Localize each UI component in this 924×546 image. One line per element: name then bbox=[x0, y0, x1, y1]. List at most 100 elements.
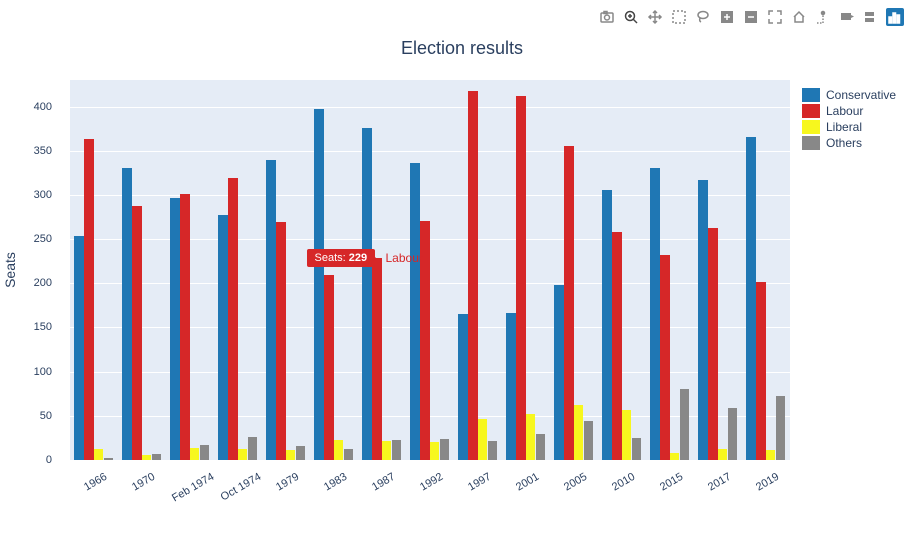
y-tick: 150 bbox=[34, 321, 52, 333]
bar-conservative[interactable] bbox=[458, 314, 467, 460]
bar-others[interactable] bbox=[152, 454, 161, 460]
bar-labour[interactable] bbox=[324, 275, 333, 460]
legend-item-others[interactable]: Others bbox=[802, 136, 896, 150]
bar-labour[interactable] bbox=[516, 96, 525, 460]
bar-conservative[interactable] bbox=[218, 215, 227, 460]
spike-icon[interactable] bbox=[814, 8, 832, 26]
x-tick: 2019 bbox=[754, 471, 781, 494]
home-icon[interactable] bbox=[790, 8, 808, 26]
bar-conservative[interactable] bbox=[410, 163, 419, 460]
autoscale-icon[interactable] bbox=[766, 8, 784, 26]
bar-others[interactable] bbox=[632, 438, 641, 460]
bar-others[interactable] bbox=[584, 421, 593, 460]
tooltip-value: 229 bbox=[349, 252, 367, 264]
modebar bbox=[598, 8, 904, 26]
x-tick: 2015 bbox=[658, 471, 685, 494]
x-tick: 1983 bbox=[322, 471, 349, 494]
bar-liberal[interactable] bbox=[718, 449, 727, 460]
bar-conservative[interactable] bbox=[170, 198, 179, 460]
bar-conservative[interactable] bbox=[314, 109, 323, 460]
bar-others[interactable] bbox=[440, 439, 449, 460]
bar-liberal[interactable] bbox=[622, 410, 631, 460]
bar-others[interactable] bbox=[776, 396, 785, 460]
hover-tooltip: Seats: 229 bbox=[307, 249, 376, 267]
legend-swatch bbox=[802, 104, 820, 118]
x-tick: 1979 bbox=[274, 471, 301, 494]
bar-liberal[interactable] bbox=[382, 441, 391, 460]
bar-labour[interactable] bbox=[84, 139, 93, 460]
box-select-icon[interactable] bbox=[670, 8, 688, 26]
bar-others[interactable] bbox=[248, 437, 257, 460]
x-tick: Feb 1974 bbox=[170, 471, 216, 505]
bar-liberal[interactable] bbox=[670, 453, 679, 460]
bar-labour[interactable] bbox=[132, 206, 141, 461]
legend-swatch bbox=[802, 136, 820, 150]
bar-others[interactable] bbox=[488, 441, 497, 460]
bar-conservative[interactable] bbox=[650, 168, 659, 461]
zoom-in-icon[interactable] bbox=[718, 8, 736, 26]
bar-labour[interactable] bbox=[564, 146, 573, 460]
plotly-logo-icon[interactable] bbox=[886, 8, 904, 26]
pan-icon[interactable] bbox=[646, 8, 664, 26]
bar-labour[interactable] bbox=[612, 232, 621, 460]
legend-item-conservative[interactable]: Conservative bbox=[802, 88, 896, 102]
bar-conservative[interactable] bbox=[602, 190, 611, 460]
bar-others[interactable] bbox=[104, 458, 113, 460]
bar-labour[interactable] bbox=[756, 282, 765, 461]
x-tick: Oct 1974 bbox=[219, 471, 264, 504]
x-tick: 2001 bbox=[514, 471, 541, 494]
zoom-out-icon[interactable] bbox=[742, 8, 760, 26]
bar-conservative[interactable] bbox=[554, 285, 563, 460]
x-tick: 2017 bbox=[706, 471, 733, 494]
legend-label: Conservative bbox=[826, 88, 896, 102]
hover-closest-icon[interactable] bbox=[838, 8, 856, 26]
bar-liberal[interactable] bbox=[190, 448, 199, 460]
lasso-icon[interactable] bbox=[694, 8, 712, 26]
camera-icon[interactable] bbox=[598, 8, 616, 26]
y-tick: 350 bbox=[34, 145, 52, 157]
bar-conservative[interactable] bbox=[698, 180, 707, 460]
bar-others[interactable] bbox=[392, 440, 401, 460]
bar-others[interactable] bbox=[296, 446, 305, 460]
chart-title: Election results bbox=[0, 38, 924, 59]
bar-liberal[interactable] bbox=[526, 414, 535, 460]
bar-liberal[interactable] bbox=[478, 419, 487, 460]
bar-liberal[interactable] bbox=[334, 440, 343, 460]
bar-conservative[interactable] bbox=[746, 137, 755, 460]
tooltip-series-label: Labour bbox=[386, 251, 423, 265]
hover-compare-icon[interactable] bbox=[862, 8, 880, 26]
bar-others[interactable] bbox=[344, 449, 353, 460]
y-tick: 250 bbox=[34, 233, 52, 245]
bar-conservative[interactable] bbox=[362, 128, 371, 460]
bar-liberal[interactable] bbox=[766, 450, 775, 460]
bar-labour[interactable] bbox=[468, 91, 477, 460]
y-tick: 400 bbox=[34, 101, 52, 113]
bar-labour[interactable] bbox=[228, 178, 237, 460]
bar-labour[interactable] bbox=[180, 194, 189, 460]
bar-liberal[interactable] bbox=[574, 405, 583, 460]
bar-others[interactable] bbox=[728, 408, 737, 460]
bar-labour[interactable] bbox=[276, 222, 285, 460]
zoom-icon[interactable] bbox=[622, 8, 640, 26]
legend-item-labour[interactable]: Labour bbox=[802, 104, 896, 118]
tooltip-prefix: Seats: bbox=[315, 252, 349, 264]
bar-others[interactable] bbox=[680, 389, 689, 460]
bar-others[interactable] bbox=[200, 445, 209, 460]
bar-labour[interactable] bbox=[660, 255, 669, 460]
legend-label: Others bbox=[826, 136, 862, 150]
bar-liberal[interactable] bbox=[238, 449, 247, 460]
bar-others[interactable] bbox=[536, 434, 545, 460]
bar-conservative[interactable] bbox=[122, 168, 131, 460]
bar-liberal[interactable] bbox=[142, 455, 151, 460]
legend-item-liberal[interactable]: Liberal bbox=[802, 120, 896, 134]
bar-liberal[interactable] bbox=[286, 450, 295, 460]
plot-area[interactable] bbox=[70, 80, 790, 460]
bar-conservative[interactable] bbox=[74, 236, 83, 460]
x-tick: 1997 bbox=[466, 471, 493, 494]
bar-liberal[interactable] bbox=[430, 442, 439, 460]
bar-conservative[interactable] bbox=[266, 160, 275, 460]
bar-labour[interactable] bbox=[708, 228, 717, 460]
bar-labour[interactable] bbox=[372, 258, 381, 460]
bar-conservative[interactable] bbox=[506, 313, 515, 460]
bar-liberal[interactable] bbox=[94, 449, 103, 460]
